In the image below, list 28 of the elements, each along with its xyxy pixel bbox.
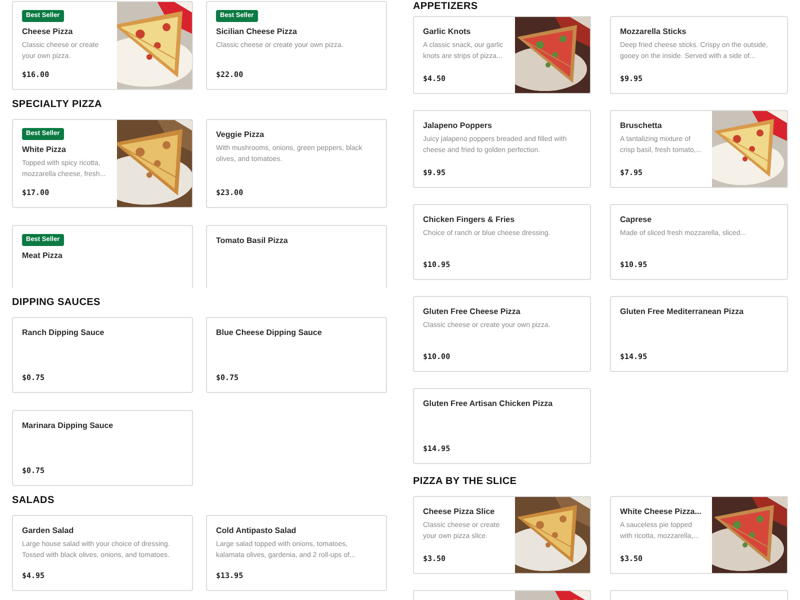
section-heading: PIZZA BY THE SLICE [413, 475, 518, 489]
item-title: Meat Pizza [22, 250, 64, 262]
item-title: White Cheese Pizza... [620, 506, 702, 518]
item-title: Marinara Dipping Sauce [22, 420, 114, 432]
menu-item-card[interactable]: Tomato Basil Pizza [206, 225, 387, 288]
item-title: Gluten Free Mediterranean Pizza [620, 306, 745, 318]
item-title: Bruschetta [620, 120, 663, 132]
item-title: Caprese [620, 214, 653, 226]
item-title: Blue Cheese Dipping Sauce [216, 327, 323, 339]
section-heading: DIPPING SAUCES [12, 296, 102, 310]
item-title: Gluten Free Cheese Pizza [423, 306, 522, 318]
item-title: Tomato Basil Pizza [216, 235, 289, 247]
item-title: Jalapeno Poppers [423, 120, 493, 132]
item-title: Chicken Fingers & Fries [423, 214, 516, 226]
section-heading: SPECIALTY PIZZA [12, 98, 103, 112]
item-title: Cheese Pizza Slice [423, 506, 496, 518]
item-title: Cheese Pizza [22, 26, 74, 38]
item-title: Cold Antipasto Salad [216, 525, 298, 537]
item-title: Garlic Knots [423, 26, 472, 38]
item-title: Garden Salad [22, 525, 75, 537]
item-title: Gluten Free Artisan Chicken Pizza [423, 398, 554, 410]
item-title: Veggie Pizza [216, 129, 266, 141]
item-title: Sicilian Cheese Pizza [216, 26, 298, 38]
section-heading: SALADS [12, 494, 56, 508]
item-title: White Pizza [22, 144, 68, 156]
item-title: Mozzarella Sticks [620, 26, 688, 38]
item-title: Ranch Dipping Sauce [22, 327, 106, 339]
section-heading: APPETIZERS [413, 0, 479, 14]
